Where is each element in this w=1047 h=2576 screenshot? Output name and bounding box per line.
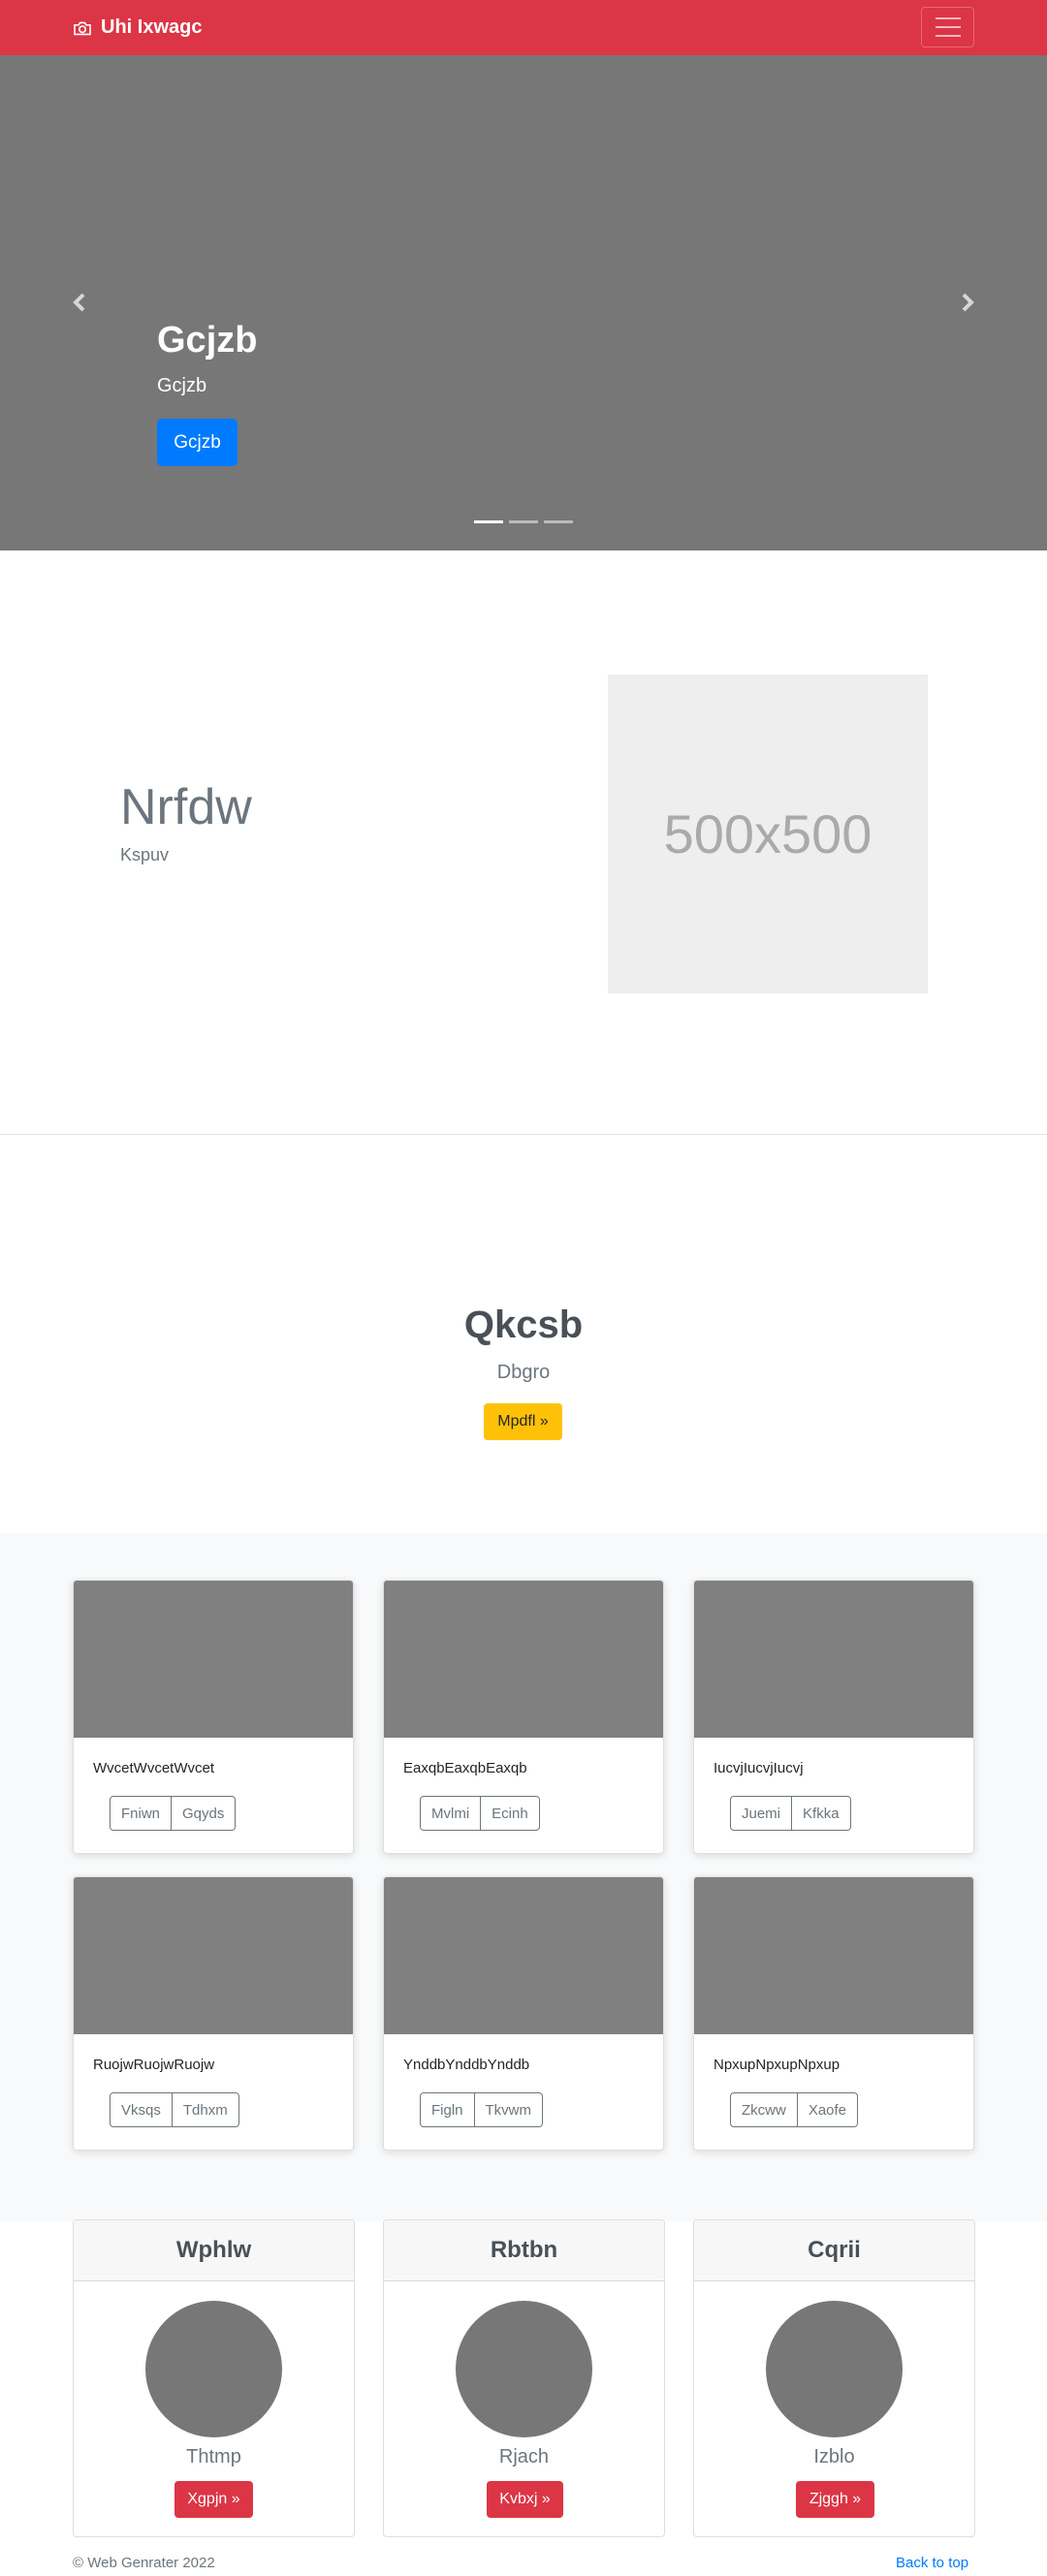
profile-card-header: Rbtbn	[384, 2220, 664, 2281]
profile-card: Cqrii Izblo Zjggh »	[693, 2219, 975, 2537]
card-button[interactable]: Fniwn	[110, 1796, 173, 1831]
profile-name: Thtmp	[186, 2446, 241, 2467]
brand-text: Uhi Ixwagc	[101, 16, 203, 38]
carousel-subtitle: Gcjzb	[157, 375, 207, 396]
carousel-indicator[interactable]	[544, 520, 573, 523]
cta-button[interactable]: Mpdfl »	[484, 1403, 562, 1440]
profile-button[interactable]: Zjggh »	[796, 2481, 874, 2518]
back-to-top-link[interactable]: Back to top	[896, 2555, 968, 2571]
card-thumbnail	[384, 1877, 663, 2034]
album-card: IucvjIucvjIucvj Juemi Kfkka	[693, 1580, 974, 1854]
carousel-button[interactable]: Gcjzb	[157, 419, 238, 466]
profile-card-header: Cqrii	[694, 2220, 974, 2281]
card-button-group: Fniwn Gqyds	[110, 1796, 237, 1831]
card-thumbnail	[74, 1877, 353, 2034]
card-button-group: Figln Tkvwm	[420, 2092, 544, 2127]
profile-button[interactable]: Kvbxj »	[487, 2481, 563, 2518]
chevron-right-icon[interactable]	[958, 288, 977, 317]
feature-heading: Nrfdw	[120, 779, 252, 835]
card-thumbnail	[694, 1877, 973, 2034]
placeholder-image: 500x500	[608, 675, 928, 993]
card-text: WvcetWvcetWvcet	[93, 1760, 215, 1776]
card-button-group: Zkcww Xaofe	[730, 2092, 859, 2127]
avatar	[456, 2301, 592, 2437]
album-card: YnddbYnddbYnddb Figln Tkvwm	[383, 1876, 664, 2151]
card-button[interactable]: Juemi	[730, 1796, 793, 1831]
section-divider	[0, 1134, 1047, 1135]
card-button-group: Vksqs Tdhxm	[110, 2092, 239, 2127]
card-button-group: Mvlmi Ecinh	[420, 1796, 540, 1831]
card-button[interactable]: Figln	[420, 2092, 475, 2127]
profile-name: Rjach	[498, 2446, 550, 2467]
brand-link[interactable]: Uhi Ixwagc	[73, 0, 202, 55]
cta-subtitle: Dbgro	[496, 1362, 551, 1383]
profile-card: Wphlw Thtmp Xgpjn »	[73, 2219, 355, 2537]
chevron-left-icon[interactable]	[70, 288, 89, 317]
album-card: NpxupNpxupNpxup Zkcww Xaofe	[693, 1876, 974, 2151]
album-card: WvcetWvcetWvcet Fniwn Gqyds	[73, 1580, 354, 1854]
card-button[interactable]: Xaofe	[797, 2092, 859, 2127]
card-button[interactable]: Tdhxm	[172, 2092, 239, 2127]
avatar	[145, 2301, 282, 2437]
album-card: EaxqbEaxqbEaxqb Mvlmi Ecinh	[383, 1580, 664, 1854]
card-text: NpxupNpxupNpxup	[714, 2057, 841, 2073]
carousel-indicator[interactable]	[474, 520, 503, 523]
hamburger-icon	[935, 17, 961, 19]
card-thumbnail	[694, 1581, 973, 1738]
hero-carousel: Gcjzb Gcjzb Gcjzb	[0, 55, 1047, 550]
profile-name: Izblo	[813, 2446, 855, 2467]
card-button[interactable]: Ecinh	[481, 1796, 540, 1831]
card-text: YnddbYnddbYnddb	[403, 2057, 530, 2073]
card-button[interactable]: Zkcww	[730, 2092, 798, 2127]
card-button[interactable]: Kfkka	[792, 1796, 851, 1831]
profile-card-header: Wphlw	[74, 2220, 354, 2281]
card-button-group: Juemi Kfkka	[730, 1796, 851, 1831]
navbar-toggler-button[interactable]	[921, 7, 974, 47]
camera-icon	[74, 21, 91, 35]
card-text: RuojwRuojwRuojw	[93, 2057, 215, 2073]
card-text: IucvjIucvjIucvj	[714, 1760, 804, 1776]
album-section: WvcetWvcetWvcet Fniwn Gqyds EaxqbEaxqbEa…	[0, 1533, 1047, 2221]
profile-button[interactable]: Xgpjn »	[174, 2481, 253, 2518]
carousel-title: Gcjzb	[157, 320, 258, 361]
feature-subheading: Kspuv	[120, 845, 170, 864]
carousel-indicators	[0, 520, 1047, 523]
avatar	[766, 2301, 903, 2437]
cta-title: Qkcsb	[463, 1304, 584, 1346]
footer-copyright: © Web Genrater 2022	[73, 2555, 215, 2571]
card-button[interactable]: Tkvwm	[474, 2092, 544, 2127]
card-thumbnail	[384, 1581, 663, 1738]
card-button[interactable]: Gqyds	[172, 1796, 237, 1831]
navbar: Uhi Ixwagc	[0, 0, 1047, 55]
album-card: RuojwRuojwRuojw Vksqs Tdhxm	[73, 1876, 354, 2151]
profile-card: Rbtbn Rjach Kvbxj »	[383, 2219, 665, 2537]
carousel-indicator[interactable]	[509, 520, 538, 523]
card-text: EaxqbEaxqbEaxqb	[403, 1760, 527, 1776]
card-thumbnail	[74, 1581, 353, 1738]
card-button[interactable]: Mvlmi	[420, 1796, 482, 1831]
card-button[interactable]: Vksqs	[110, 2092, 173, 2127]
